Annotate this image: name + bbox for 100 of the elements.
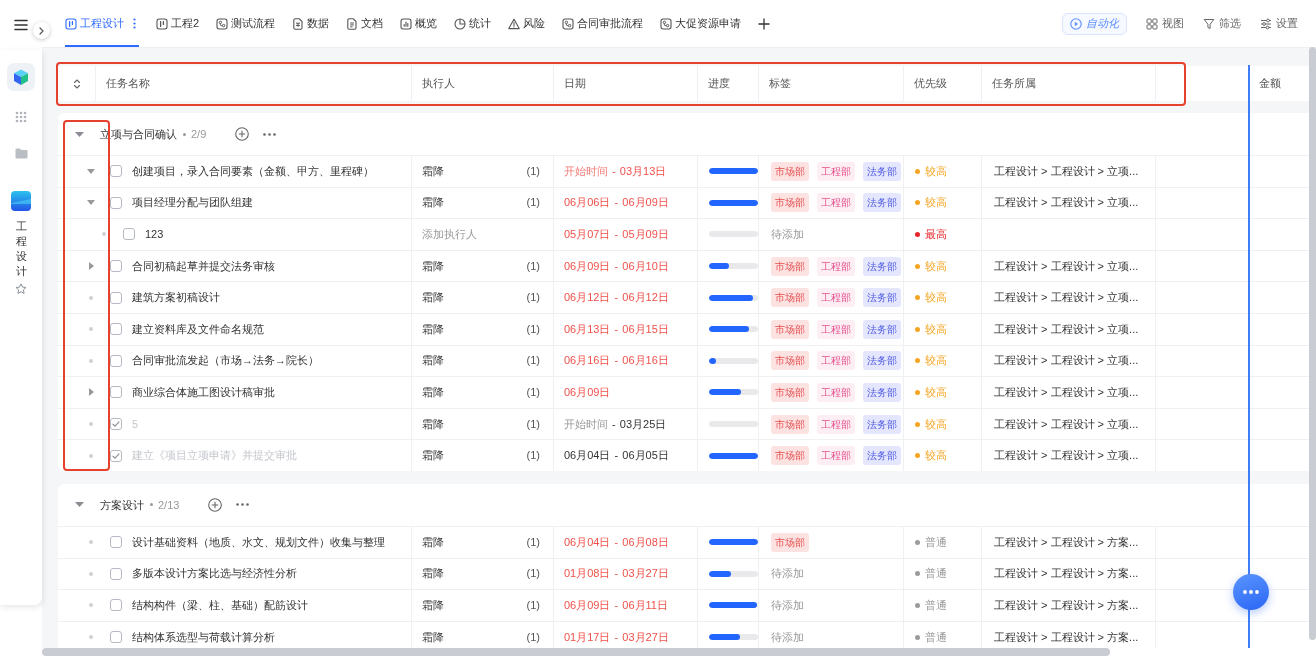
group-title[interactable]: 方案设计 [100, 497, 144, 513]
view-tab[interactable]: 文档 [346, 0, 384, 47]
task-name[interactable]: 商业综合体施工图设计稿审批 [132, 385, 275, 400]
horizontal-scrollbar[interactable] [42, 648, 1110, 656]
column-header[interactable]: 日期 [553, 66, 697, 101]
department-tag: 市场部 [771, 319, 809, 339]
star-icon[interactable] [15, 283, 27, 295]
task-checkbox[interactable] [123, 228, 135, 241]
play-circle-icon [1070, 17, 1082, 30]
task-checkbox[interactable] [110, 631, 122, 643]
department-tag: 工程部 [817, 193, 855, 213]
leaf-dot-icon [89, 540, 93, 545]
department-tag: 法务部 [863, 288, 901, 308]
task-checkbox[interactable] [110, 386, 122, 399]
date-range: 01月17日 - 03月27日 [564, 629, 669, 645]
column-header[interactable]: 标签 [758, 66, 903, 101]
task-checkbox[interactable] [110, 291, 122, 304]
flow-icon [562, 17, 575, 30]
apps-grid-icon[interactable] [15, 111, 27, 123]
priority-label: 较高 [925, 195, 947, 211]
date-range: 06月04日 - 06月08日 [564, 534, 669, 550]
column-header[interactable]: 执行人 [411, 66, 553, 101]
view-tab[interactable]: 数据 [292, 0, 330, 47]
department-tag: 工程部 [817, 382, 855, 402]
task-name[interactable]: 结构构件（梁、柱、基础）配筋设计 [132, 598, 308, 613]
app-tile-icon[interactable] [11, 191, 31, 211]
view-tab[interactable]: 大促资源申请 [660, 0, 742, 47]
filter-button[interactable]: 筛选 [1203, 16, 1241, 31]
task-checkbox[interactable] [110, 323, 122, 336]
plus-circle-icon[interactable] [208, 497, 223, 512]
menu-icon[interactable] [14, 19, 28, 31]
document-icon [346, 17, 359, 30]
more-vertical-icon[interactable] [133, 18, 136, 29]
task-checkbox[interactable] [110, 536, 122, 549]
vertical-scrollbar[interactable] [1309, 47, 1316, 640]
caret-down-icon[interactable] [87, 168, 95, 174]
view-tab[interactable]: 风险 [508, 0, 546, 47]
assignee-count: (1) [526, 598, 540, 613]
folder-icon[interactable] [14, 148, 28, 159]
task-name[interactable]: 创建项目，录入合同要素（金额、甲方、里程碑） [132, 163, 374, 179]
more-icon[interactable] [263, 132, 277, 136]
grid-icon [1146, 17, 1158, 30]
assignee-count: (1) [526, 566, 540, 582]
view-tab[interactable]: 工程2 [156, 0, 200, 47]
sidebar-label[interactable]: 工程设计 [15, 219, 27, 279]
caret-right-icon[interactable] [88, 388, 94, 397]
column-header[interactable]: 优先级 [903, 66, 981, 101]
date-range: 05月07日 - 05月09日 [564, 227, 669, 242]
task-checkbox[interactable] [110, 165, 122, 178]
assignee-name: 霜降 [422, 385, 444, 400]
settings-button[interactable]: 设置 [1260, 16, 1298, 31]
date-range: 06月16日 - 06月16日 [564, 353, 669, 369]
task-checkbox[interactable] [110, 599, 122, 612]
column-header[interactable]: 任务所属 [981, 66, 1155, 101]
caret-down-icon[interactable] [75, 131, 84, 137]
priority-label: 普通 [925, 629, 947, 645]
task-path: 工程设计 > 工程设计 > 立项... [994, 195, 1139, 211]
plus-icon[interactable] [758, 17, 771, 30]
task-name[interactable]: 多版本设计方案比选与经济性分析 [132, 566, 297, 582]
column-header[interactable]: 任务名称 [95, 66, 411, 101]
assignee-name: 霜降 [422, 598, 444, 613]
task-checkbox[interactable] [110, 449, 122, 462]
view-tab[interactable]: 概览 [400, 0, 438, 47]
view-button[interactable]: 视图 [1146, 16, 1184, 31]
task-path: 工程设计 > 工程设计 > 立项... [994, 385, 1139, 400]
date-range: 06月13日 - 06月15日 [564, 321, 669, 337]
column-header[interactable]: 进度 [697, 66, 758, 101]
more-icon[interactable] [236, 503, 250, 507]
priority-label: 普通 [925, 598, 947, 613]
task-path: 工程设计 > 工程设计 > 立项... [994, 163, 1139, 179]
chart-icon [400, 17, 413, 30]
department-tag: 工程部 [817, 161, 855, 181]
view-tab[interactable]: 测试流程 [216, 0, 276, 47]
task-name[interactable]: 123 [145, 227, 164, 242]
task-checkbox[interactable] [110, 354, 122, 367]
task-checkbox[interactable] [110, 567, 122, 580]
caret-down-icon[interactable] [75, 502, 84, 508]
leaf-dot-icon [89, 295, 93, 300]
task-name[interactable]: 合同初稿起草并提交法务审核 [132, 258, 275, 274]
date-range: 06月09日 - 06月10日 [564, 258, 669, 274]
task-checkbox[interactable] [110, 196, 122, 209]
assignee-count: (1) [526, 290, 540, 306]
task-checkbox[interactable] [110, 260, 122, 273]
sort-icon[interactable] [72, 77, 81, 90]
caret-down-icon[interactable] [87, 200, 95, 206]
view-tab[interactable]: 合同审批流程 [562, 0, 644, 47]
cube-icon[interactable] [7, 63, 35, 91]
task-name[interactable]: 建筑方案初稿设计 [132, 290, 220, 306]
task-name[interactable]: 合同审批流发起（市场→法务→院长） [132, 353, 319, 369]
task-name[interactable]: 项目经理分配与团队组建 [132, 195, 253, 211]
view-tab[interactable]: 统计 [454, 0, 492, 47]
task-name[interactable]: 结构体系选型与荷载计算分析 [132, 629, 275, 645]
department-tag: 工程部 [817, 319, 855, 339]
assignee-name: 霜降 [422, 566, 444, 582]
plus-circle-icon[interactable] [235, 127, 250, 141]
sidebar-toggle-button[interactable] [33, 22, 50, 39]
task-name[interactable]: 设计基础资料（地质、水文、规划文件）收集与整理 [132, 534, 385, 550]
caret-right-icon[interactable] [88, 262, 94, 271]
task-checkbox[interactable] [110, 418, 122, 431]
task-name[interactable]: 建立资料库及文件命名规范 [132, 321, 264, 337]
